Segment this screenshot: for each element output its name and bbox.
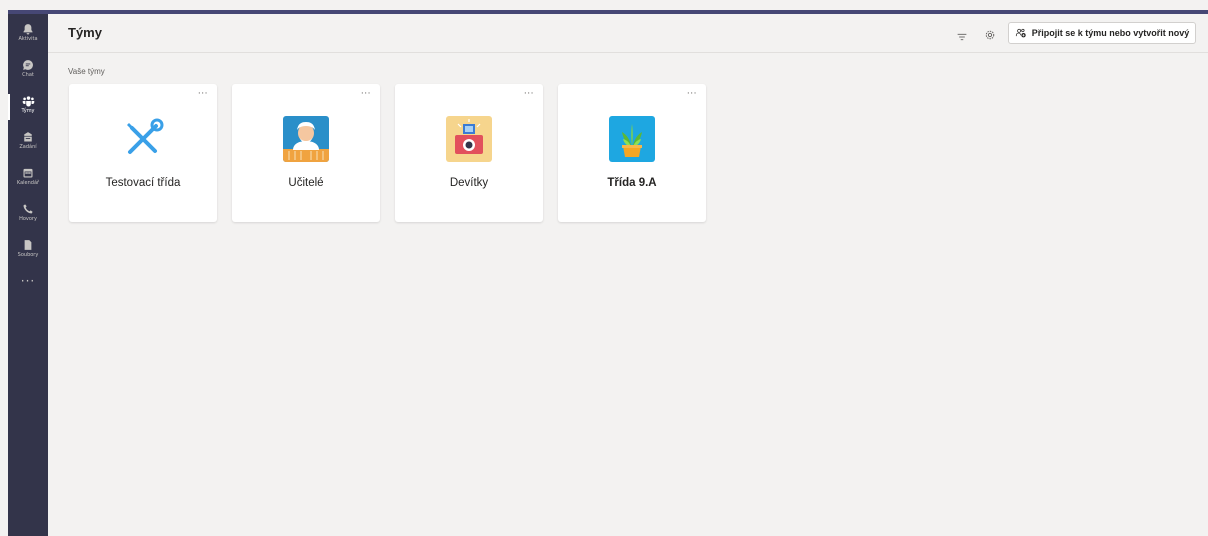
rail-item-activity[interactable]: Aktivita: [8, 18, 48, 52]
more-options-button[interactable]: ···: [198, 90, 208, 99]
rail-item-label: Zadání: [19, 144, 37, 150]
more-options-button[interactable]: ···: [524, 90, 534, 99]
team-name: Devítky: [449, 177, 489, 189]
team-card-ucitele[interactable]: ··· Učitelé: [232, 84, 380, 222]
team-name: Třída 9.A: [607, 177, 657, 189]
join-or-create-team-button[interactable]: Připojit se k týmu nebo vytvořit nový: [1008, 22, 1196, 44]
title-bar: [8, 0, 1208, 14]
rail-item-label: Chat: [22, 72, 34, 78]
calendar-icon: [23, 168, 33, 178]
team-card-trida-9a[interactable]: ··· Třída 9.A: [558, 84, 706, 222]
assignments-icon: [24, 132, 32, 142]
rail-item-calendar[interactable]: Kalendář: [8, 162, 48, 196]
camera-icon: [446, 116, 492, 162]
gear-icon-glyph: [985, 30, 995, 40]
teams-icon: [22, 96, 34, 107]
filter-icon-glyph: [957, 33, 967, 41]
rail-item-assignments[interactable]: Zadání: [8, 126, 48, 160]
filter-icon[interactable]: [957, 27, 967, 46]
more-apps-button[interactable]: ···: [8, 275, 48, 287]
app-rail: Aktivita Chat Týmy Zadání Kalendář Hovor…: [8, 14, 48, 536]
team-card-devitky[interactable]: ··· Devítky: [395, 84, 543, 222]
team-name: Testovací třída: [105, 177, 181, 189]
section-label: Vaše týmy: [68, 67, 105, 76]
teacher-avatar-icon: [283, 116, 329, 162]
rail-item-teams[interactable]: Týmy: [8, 90, 48, 124]
teams-header: Týmy Připojit se k týmu nebo vytvořit no…: [48, 14, 1208, 53]
rail-item-label: Soubory: [17, 252, 39, 258]
team-name: Učitelé: [288, 177, 324, 189]
plant-icon: [609, 116, 655, 162]
rail-item-label: Kalendář: [16, 180, 40, 186]
rail-item-files[interactable]: Soubory: [8, 234, 48, 268]
team-card-testovaci-trida[interactable]: ··· Testovací třída: [69, 84, 217, 222]
rail-item-label: Aktivita: [18, 36, 38, 42]
window-edge: [0, 0, 8, 536]
gear-icon[interactable]: [984, 26, 996, 45]
rail-item-label: Týmy: [21, 108, 35, 114]
rail-item-calls[interactable]: Hovory: [8, 198, 48, 232]
page-title: Týmy: [68, 25, 102, 40]
rail-item-chat[interactable]: Chat: [8, 54, 48, 88]
file-icon: [24, 240, 32, 250]
bell-icon: [23, 24, 33, 35]
tools-icon: [120, 116, 166, 162]
add-people-icon: [1015, 28, 1026, 38]
more-options-button[interactable]: ···: [361, 90, 371, 99]
chat-icon: [23, 60, 33, 70]
phone-icon: [23, 204, 33, 214]
rail-item-label: Hovory: [19, 216, 37, 222]
join-button-label: Připojit se k týmu nebo vytvořit nový: [1031, 28, 1190, 38]
more-options-button[interactable]: ···: [687, 90, 697, 99]
